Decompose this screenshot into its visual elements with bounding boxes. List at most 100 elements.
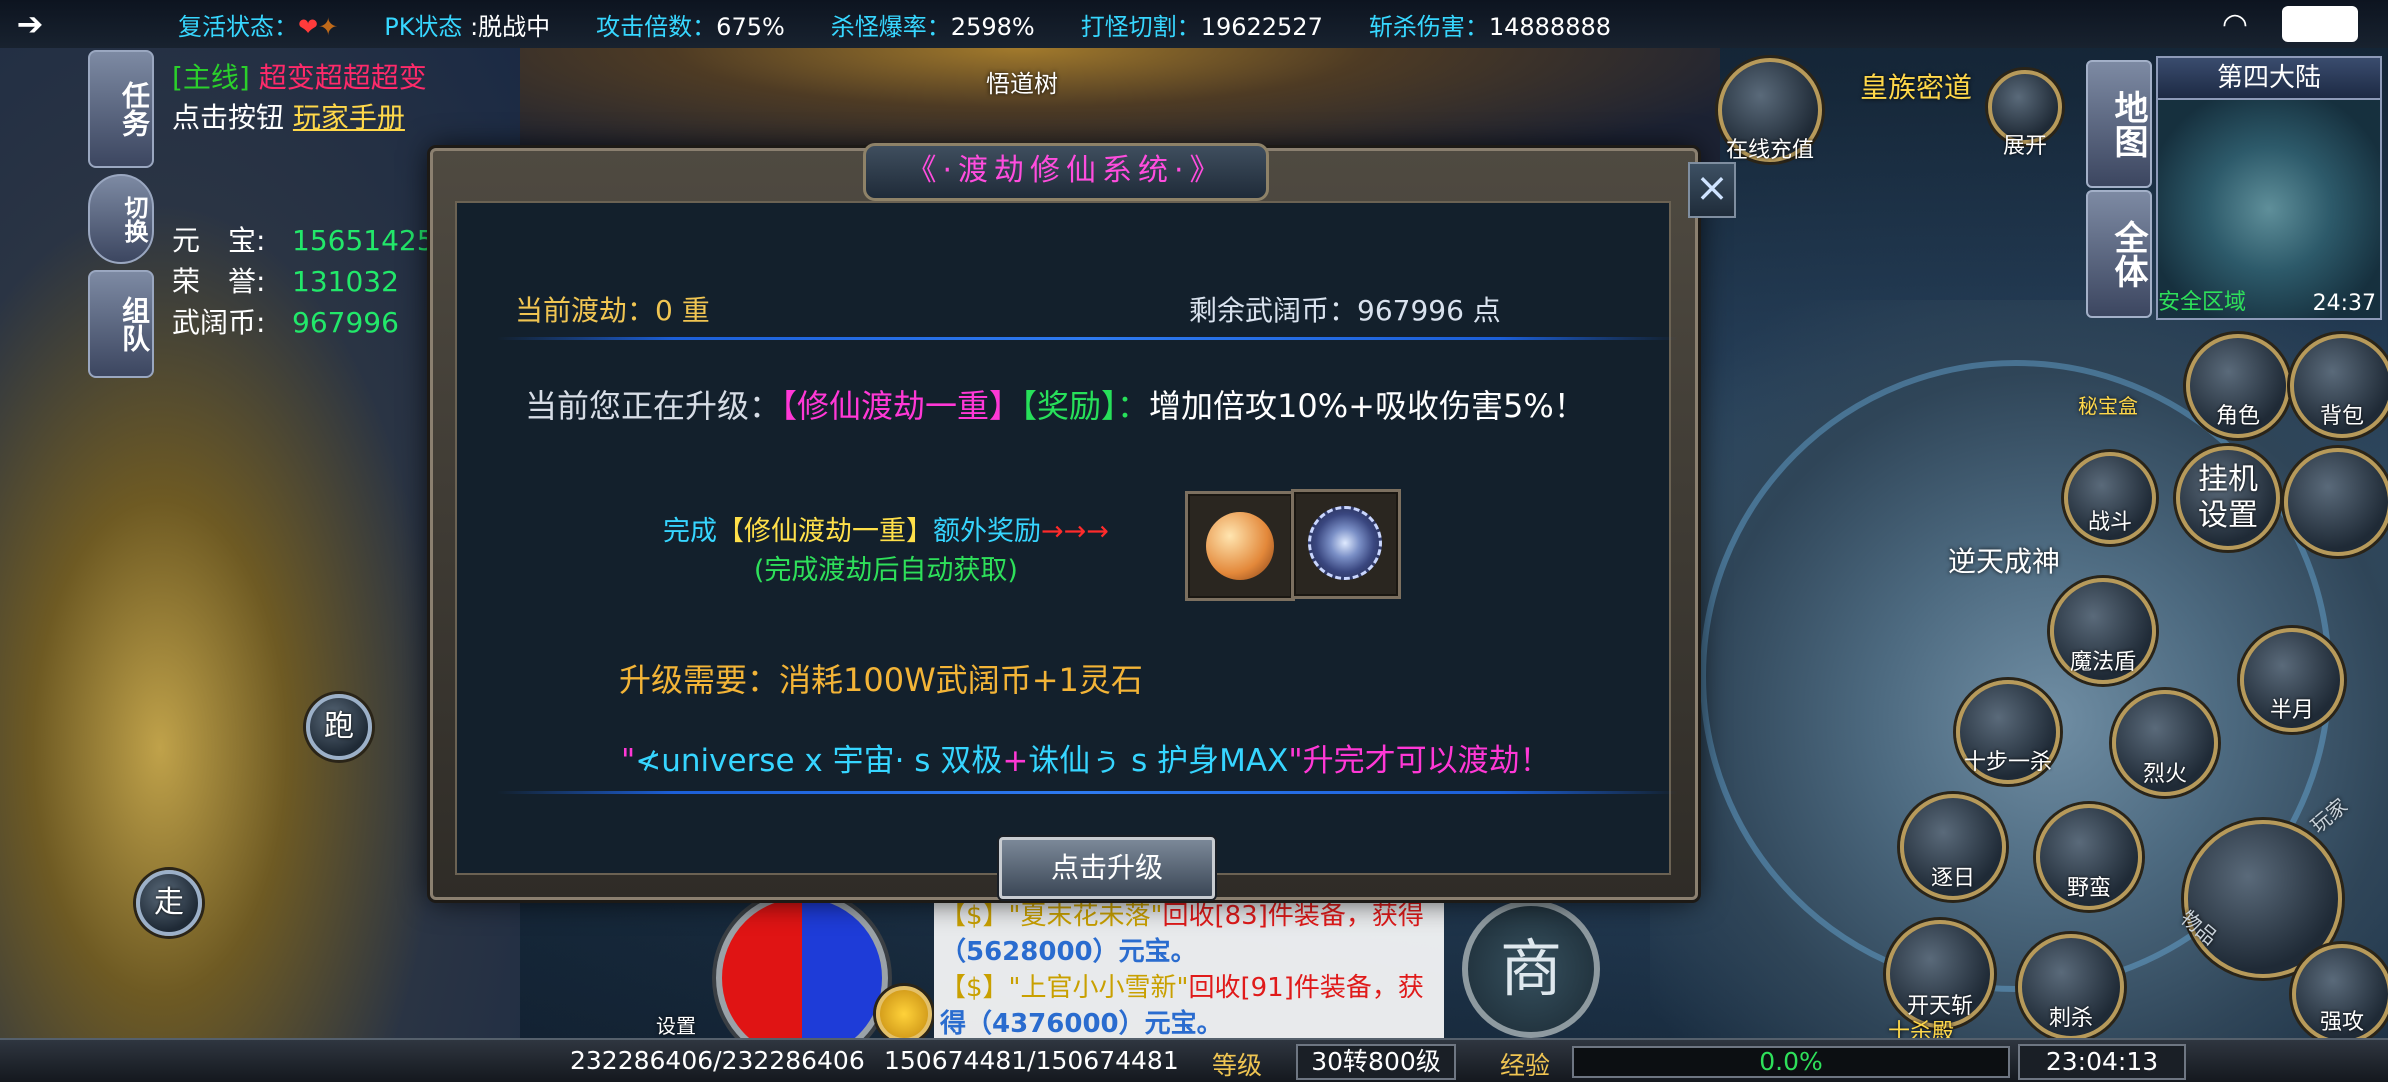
safe-zone-label: 安全区域 — [2158, 290, 2247, 315]
left-tabs: 任务 切换 组队 — [88, 50, 154, 384]
divider-top — [497, 337, 1677, 340]
yuanbao-label: 元 宝: — [172, 224, 266, 257]
tree-label: 悟道树 — [986, 70, 1058, 98]
upgrading-line: 当前您正在升级：【修仙渡劫一重】【奖励】：增加倍攻10%+吸收伤害5%！ — [525, 387, 1586, 425]
reward-slot-wheel[interactable] — [1291, 489, 1401, 599]
wifi-icon: ◠ — [2221, 6, 2248, 42]
kill-drop-rate: 杀怪爆率：2598% — [830, 12, 1035, 41]
player-manual-link[interactable]: 玩家手册 — [293, 101, 405, 134]
dialog-body: 当前渡劫：0 重 剩余武阔币：967996 点 当前您正在升级：【修仙渡劫一重】… — [455, 201, 1677, 899]
coin-value: 967996 — [292, 306, 399, 339]
ten-step-skill[interactable]: 十步一杀 — [1956, 680, 2060, 784]
upgrade-requirement: 升级需要：消耗100W武阔币+1灵石 — [619, 661, 1143, 699]
tab-team[interactable]: 组队 — [88, 270, 154, 378]
upgrade-button[interactable]: 点击升级 — [999, 837, 1215, 899]
walk-label: 走 — [154, 885, 184, 920]
device-status: ◠ — [2222, 6, 2358, 42]
minimap[interactable]: 安全区域 24:37 — [2156, 98, 2382, 320]
expand-button[interactable]: 展开 — [1988, 70, 2062, 159]
quest-tag: [主线] — [172, 61, 250, 94]
walk-button[interactable]: 走 — [136, 870, 202, 936]
ten-step-label: 十步一杀 — [1963, 750, 2052, 775]
honor-label: 荣 誉: — [172, 265, 266, 298]
current-tribulation-label: 当前渡劫：0 重 — [515, 294, 710, 327]
fight-button[interactable]: 战斗 — [2064, 452, 2156, 544]
quest-hint: 点击按钮 — [172, 101, 285, 134]
auto-obtain-note: (完成渡劫后自动获取) — [753, 555, 1018, 586]
fire-label: 烈火 — [2142, 762, 2187, 787]
run-button[interactable]: 跑 — [306, 694, 372, 760]
beast-icon: ✦ — [318, 12, 339, 41]
wild-skill[interactable]: 野蛮 — [2036, 804, 2142, 910]
spirit-orb-icon — [1206, 512, 1274, 580]
role-label: 角色 — [2215, 404, 2260, 429]
fire-skill[interactable]: 烈火 — [2112, 690, 2218, 796]
cut-damage: 打怪切割：19622527 — [1080, 12, 1323, 41]
tab-switch[interactable]: 切换 — [88, 174, 154, 264]
bag-label: 背包 — [2319, 404, 2364, 429]
role-button[interactable]: 角色 — [2186, 334, 2290, 438]
dpad-icon[interactable] — [2284, 448, 2388, 556]
exp-label: 经验 — [1500, 1051, 1551, 1080]
bottom-status-bar: 232286406/232286406 150674481/150674481 … — [0, 1038, 2388, 1082]
chat-line: 【$】"夏末花未落"回收[83]件装备，获得 — [940, 901, 1424, 931]
status-bar: ➔ 复活状态：❤✦ PK状态 :脱战中 攻击倍数：675% 杀怪爆率：2598%… — [0, 0, 2388, 48]
hero-title: 逆天成神 — [1948, 545, 2061, 578]
open-sky-skill[interactable]: 开天斩 — [1886, 920, 1994, 1028]
magic-shield-skill[interactable]: 魔法盾 — [2050, 578, 2156, 684]
pk-status: PK状态 :脱战中 — [384, 12, 551, 41]
quest-tracker[interactable]: [主线] 超变超超超变 点击按钮 玩家手册 — [172, 58, 427, 138]
half-moon-label: 半月 — [2269, 698, 2314, 723]
expand-label: 展开 — [2002, 134, 2047, 159]
strong-attack-skill[interactable]: 强攻 — [2292, 944, 2388, 1044]
divider-bottom — [497, 791, 1677, 794]
emoji-button[interactable] — [876, 986, 932, 1042]
coin-label: 武阔币: — [172, 306, 266, 339]
strong-attack-label: 强攻 — [2319, 1010, 2364, 1035]
all-chat-button[interactable]: 全体 — [2086, 190, 2152, 318]
honor-value: 131032 — [292, 265, 399, 298]
bag-button[interactable]: 背包 — [2290, 334, 2388, 438]
chat-line: 【$】"上官小小雪新"回收[91]件装备，获 — [940, 973, 1424, 1003]
current-tribulation: 当前渡劫：0 重 剩余武阔币：967996 点 — [515, 289, 1615, 329]
spirit-wheel-icon — [1308, 506, 1382, 580]
treasure-box[interactable]: 秘宝盒 — [2078, 390, 2138, 419]
map-button[interactable]: 地图 — [2086, 60, 2152, 188]
chat-line: 得（4376000）元宝。 — [940, 1009, 1223, 1039]
recharge-button[interactable]: 在线充值 — [1718, 58, 1822, 163]
settings-label[interactable]: 设置 — [656, 1010, 696, 1039]
chase-label: 逐日 — [1930, 866, 1975, 891]
mp-value: 150674481/150674481 — [884, 1046, 1179, 1075]
run-label: 跑 — [324, 709, 354, 744]
extra-bonus: 完成【修仙渡劫一重】额外奖励→→→ (完成渡劫后自动获取) — [663, 516, 1109, 586]
secret-passage-label[interactable]: 皇族密道 — [1860, 66, 1972, 106]
exp-bar: 0.0% — [1572, 1046, 2010, 1078]
chat-log[interactable]: 【$】"夏末花未落"回收[83]件装备，获得 （5628000）元宝。 【$】"… — [934, 896, 1444, 1040]
stab-label: 刺杀 — [2048, 1006, 2093, 1031]
revive-status: 复活状态：❤✦ — [178, 12, 339, 41]
tab-quest[interactable]: 任务 — [88, 50, 154, 168]
reward-slot-orb[interactable] — [1185, 491, 1295, 601]
fight-label: 战斗 — [2087, 510, 2132, 535]
hp-value: 232286406/232286406 — [570, 1046, 865, 1075]
clock: 23:04:13 — [2018, 1044, 2186, 1080]
recharge-label: 在线充值 — [1725, 138, 1814, 163]
collapse-arrow-icon[interactable]: ➔ — [0, 5, 60, 43]
level-value: 30转800级 — [1296, 1044, 1456, 1080]
hook-settings-button[interactable]: 挂机 设置 — [2176, 446, 2280, 550]
hook-line1: 挂机 — [2198, 462, 2258, 497]
close-icon[interactable]: × — [1688, 162, 1736, 218]
exp-percent: 0.0% — [1759, 1047, 1823, 1076]
hook-line2: 设置 — [2198, 498, 2258, 533]
quest-title: 超变超超超变 — [258, 61, 427, 94]
minimap-time: 24:37 — [2312, 291, 2376, 316]
chase-skill[interactable]: 逐日 — [1900, 794, 2006, 900]
half-moon-skill[interactable]: 半月 — [2240, 628, 2344, 732]
region-name: 第四大陆 — [2156, 56, 2382, 100]
shop-button[interactable]: 商 — [1462, 900, 1600, 1038]
magic-shield-label: 魔法盾 — [2069, 650, 2136, 675]
battery-icon — [2282, 6, 2358, 42]
level-label: 等级 — [1212, 1051, 1263, 1080]
stab-skill[interactable]: 刺杀 — [2018, 934, 2124, 1040]
resources: 元 宝: 1565142500 荣 誉: 131032 武阔币: 967996 — [172, 220, 470, 343]
